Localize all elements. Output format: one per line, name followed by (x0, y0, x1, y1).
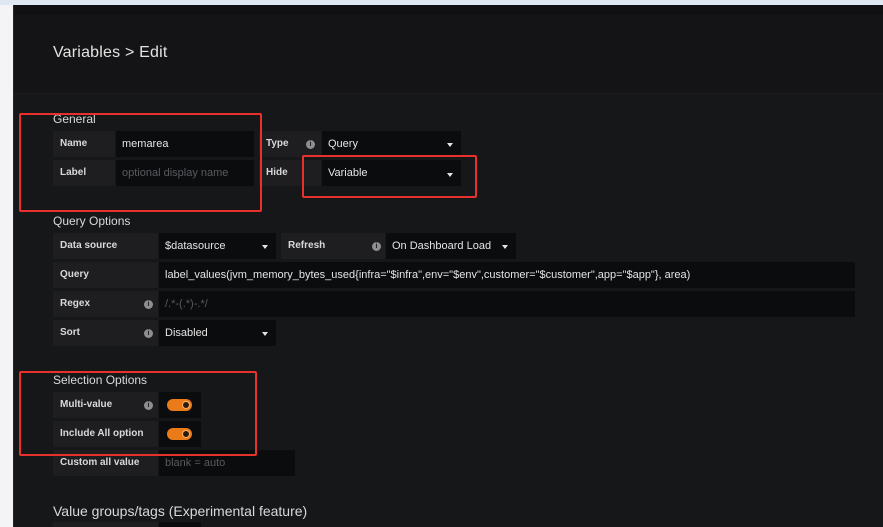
info-icon: i (144, 329, 153, 338)
value-groups-toggle-box[interactable] (159, 522, 201, 527)
left-edge (0, 0, 13, 527)
info-icon: i (372, 242, 381, 251)
highlight-box-selection-options (19, 371, 257, 456)
section-title-query-options: Query Options (53, 214, 131, 228)
caret-down-icon (447, 143, 453, 147)
datasource-label: Data source (53, 233, 158, 259)
value-groups-row (53, 522, 158, 527)
regex-label: Regex (53, 291, 158, 317)
sort-label: Sort (53, 320, 158, 346)
datasource-select[interactable]: $datasource (159, 233, 276, 259)
highlight-box-hide (302, 155, 477, 198)
highlight-box-general (19, 113, 262, 212)
query-label: Query (53, 262, 158, 288)
caret-down-icon (262, 245, 268, 249)
regex-input[interactable]: /.*-(.*)-.*/ (159, 291, 855, 317)
type-select[interactable]: Query (322, 131, 461, 157)
caret-down-icon (262, 332, 268, 336)
page-title: Variables > Edit (53, 44, 168, 61)
caret-down-icon (502, 245, 508, 249)
info-icon: i (144, 300, 153, 309)
refresh-label: Refresh (281, 233, 385, 259)
refresh-select[interactable]: On Dashboard Load (386, 233, 516, 259)
section-title-value-groups: Value groups/tags (Experimental feature) (53, 503, 308, 519)
query-input[interactable]: label_values(jvm_memory_bytes_used{infra… (159, 262, 855, 288)
info-icon: i (306, 140, 315, 149)
top-bar (14, 5, 883, 15)
sort-select[interactable]: Disabled (159, 320, 276, 346)
